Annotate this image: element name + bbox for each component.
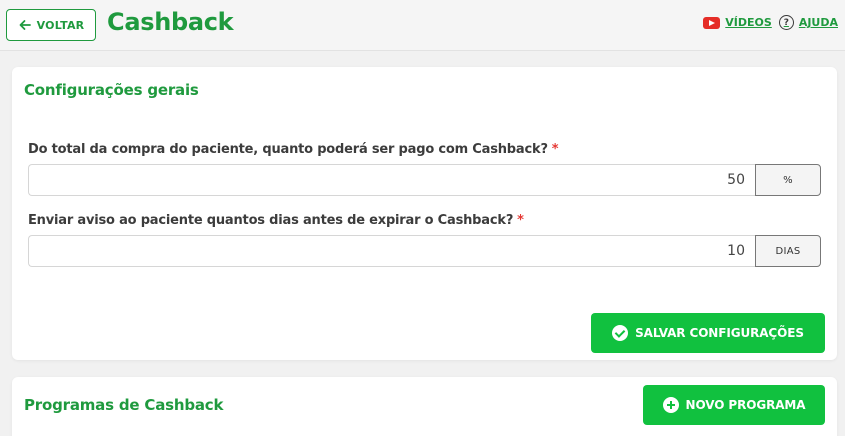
- new-program-button[interactable]: NOVO PROGRAMA: [643, 385, 825, 425]
- plus-circle-icon: [662, 397, 679, 413]
- cashback-percent-label-text: Do total da compra do paciente, quanto p…: [28, 142, 548, 157]
- arrow-left-icon: [19, 20, 31, 30]
- expiry-notice-label-text: Enviar aviso ao paciente quantos dias an…: [28, 213, 514, 228]
- days-addon: DIAS: [755, 235, 821, 267]
- cashback-percent-group: %: [28, 164, 821, 196]
- check-circle-icon: [612, 325, 629, 341]
- new-program-label: NOVO PROGRAMA: [685, 398, 806, 412]
- general-settings-card: Configurações gerais Do total da compra …: [12, 67, 837, 360]
- help-circle-icon: ?: [778, 15, 794, 30]
- back-button-label: VOLTAR: [36, 18, 85, 32]
- general-settings-title: Configurações gerais: [24, 81, 199, 99]
- videos-link-label: VÍDEOS: [725, 16, 772, 29]
- expiry-days-input[interactable]: [28, 235, 755, 267]
- page-title: Cashback: [107, 8, 234, 36]
- help-link[interactable]: ? AJUDA: [778, 15, 838, 30]
- help-link-label: AJUDA: [798, 16, 838, 29]
- save-settings-label: SALVAR CONFIGURAÇÕES: [635, 326, 804, 340]
- back-button[interactable]: VOLTAR: [6, 9, 96, 41]
- required-mark: *: [551, 142, 559, 157]
- cashback-programs-title: Programas de Cashback: [24, 396, 224, 414]
- youtube-icon: [703, 16, 721, 29]
- expiry-notice-label: Enviar aviso ao paciente quantos dias an…: [28, 213, 524, 228]
- expiry-notice-group: DIAS: [28, 235, 821, 267]
- percent-addon: %: [755, 164, 821, 196]
- cashback-percent-input[interactable]: [28, 164, 755, 196]
- save-settings-button[interactable]: SALVAR CONFIGURAÇÕES: [591, 313, 825, 353]
- required-mark: *: [517, 213, 524, 228]
- videos-link[interactable]: VÍDEOS: [703, 16, 772, 29]
- cashback-percent-label: Do total da compra do paciente, quanto p…: [28, 142, 559, 157]
- header-links: VÍDEOS ? AJUDA: [703, 15, 838, 30]
- cashback-programs-card: Programas de Cashback NOVO PROGRAMA: [12, 377, 837, 436]
- top-bar: VOLTAR Cashback VÍDEOS ? AJUDA: [0, 0, 845, 51]
